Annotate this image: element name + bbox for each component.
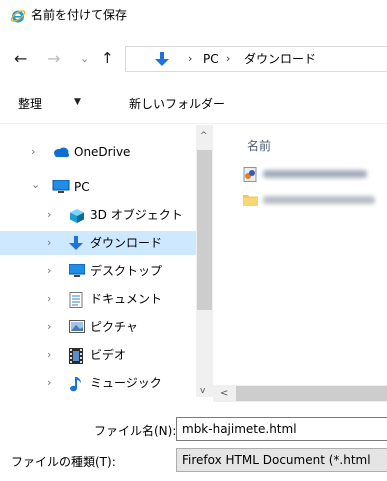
nav-item-label: デスクトップ [90, 264, 163, 278]
nav-item-label: ドキュメント [90, 292, 163, 306]
filetype-label: ファイルの種類(T): [11, 455, 116, 469]
nav-item-desktop[interactable]: › デスクトップ [0, 259, 196, 283]
downloads-icon [69, 236, 85, 250]
chevron-right-icon[interactable]: › [47, 236, 51, 249]
nav-scrollbar-thumb[interactable] [197, 150, 212, 310]
recent-locations-button[interactable]: ⌄ [80, 51, 89, 67]
chevron-right-icon[interactable]: › [31, 145, 35, 158]
nav-item-label: PC [74, 180, 90, 194]
nav-item-label: OneDrive [74, 145, 131, 159]
html-file-icon [243, 167, 257, 182]
navigation-pane: › OneDrive ⌄ PC › 3D オブジェクト › ダウンロード › デ… [0, 125, 213, 397]
download-arrow-icon [155, 52, 169, 67]
nav-item-documents[interactable]: › ドキュメント [0, 287, 196, 311]
scroll-up-arrow-icon[interactable]: ^ [200, 131, 208, 141]
nav-item-label: ダウンロード [90, 236, 163, 250]
nav-item-3d-objects[interactable]: › 3D オブジェクト [0, 203, 196, 227]
back-button[interactable]: ← [14, 51, 27, 67]
new-folder-button[interactable]: 新しいフォルダー [129, 96, 225, 112]
filename-input[interactable]: mbk-hajimete.html [176, 417, 387, 441]
chevron-right-icon[interactable]: › [47, 320, 51, 333]
chevron-right-icon[interactable]: › [47, 292, 51, 305]
breadcrumb-separator[interactable]: › [226, 52, 230, 65]
nav-item-music[interactable]: › ミュージック [0, 371, 196, 395]
window-title: 名前を付けて保存 [31, 8, 128, 22]
forward-button[interactable]: → [47, 51, 60, 67]
scroll-down-arrow-icon[interactable]: v [200, 386, 205, 396]
nav-item-label: ビデオ [90, 348, 127, 362]
chevron-down-icon[interactable]: ⌄ [31, 178, 40, 191]
filename-label: ファイル名(N): [94, 424, 177, 438]
divider [0, 123, 387, 124]
music-icon [69, 376, 85, 392]
folder-item[interactable] [243, 192, 383, 210]
nav-item-label: ミュージック [90, 376, 162, 390]
file-list [213, 125, 387, 385]
documents-icon [69, 292, 85, 308]
chevron-right-icon[interactable]: › [47, 348, 51, 361]
pictures-icon [69, 320, 85, 334]
horizontal-scrollbar-thumb[interactable] [236, 386, 387, 401]
videos-icon [69, 348, 85, 364]
folder-icon [243, 193, 258, 208]
file-item[interactable] [243, 166, 383, 184]
pc-icon [52, 179, 70, 194]
chevron-right-icon[interactable]: › [47, 208, 51, 221]
organize-button[interactable]: 整理 [18, 96, 42, 112]
nav-item-pictures[interactable]: › ピクチャ [0, 315, 196, 339]
breadcrumb-separator[interactable]: › [188, 52, 192, 65]
internet-explorer-icon [10, 8, 26, 24]
nav-item-label: 3D オブジェクト [90, 208, 183, 222]
file-name-blurred [263, 170, 367, 178]
3d-objects-icon [69, 208, 85, 223]
nav-item-pc[interactable]: ⌄ PC [0, 175, 196, 199]
breadcrumb-pc[interactable]: PC [203, 52, 219, 67]
chevron-down-icon[interactable]: ▼ [74, 97, 81, 107]
nav-item-videos[interactable]: › ビデオ [0, 343, 196, 367]
nav-item-onedrive[interactable]: › OneDrive [0, 140, 196, 164]
breadcrumb-downloads[interactable]: ダウンロード [244, 52, 316, 67]
column-header-name[interactable]: 名前 [247, 138, 271, 154]
chevron-right-icon[interactable]: › [47, 264, 51, 277]
scroll-left-arrow-icon[interactable]: < [220, 388, 228, 399]
nav-item-downloads[interactable]: › ダウンロード [0, 231, 196, 255]
desktop-icon [68, 263, 86, 278]
up-button[interactable]: ↑ [101, 50, 114, 66]
folder-name-blurred [263, 196, 375, 204]
chevron-right-icon[interactable]: › [47, 376, 51, 389]
filetype-select[interactable]: Firefox HTML Document (*.html [176, 448, 387, 472]
onedrive-icon [52, 145, 69, 159]
nav-item-label: ピクチャ [90, 320, 138, 334]
